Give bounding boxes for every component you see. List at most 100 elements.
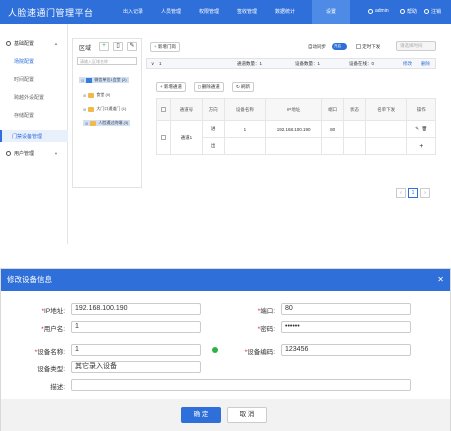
port-cell: 80 — [321, 120, 345, 138]
folder-icon — [88, 106, 95, 112]
cancel-button[interactable]: 取 消 — [227, 407, 267, 423]
sidebar-item-device-management[interactable]: 门禁设备管理 — [0, 130, 68, 142]
table-header-row: 通道号 方向 设备名称 IP地址 端口 状态 名单下发 操作 — [156, 98, 436, 121]
col-header: 方向 — [201, 98, 225, 121]
col-header: 通道号 — [170, 98, 203, 121]
close-icon[interactable]: ✕ — [437, 269, 444, 291]
nav-access-records[interactable]: 出入记录 — [114, 0, 152, 24]
edit-area-button[interactable]: ✎ — [127, 42, 137, 51]
gate-index: 1 — [159, 61, 162, 66]
area-search-input[interactable]: 请输入区域名称 — [77, 57, 137, 65]
col-header: 设备名称 — [223, 98, 267, 121]
device-name-field[interactable]: 1 — [71, 344, 201, 356]
edit-icon[interactable]: ✎ — [415, 126, 419, 131]
empty-cell — [364, 137, 408, 155]
nav-settings[interactable]: 设置 — [312, 0, 350, 24]
tree-node-root[interactable]: ⊟ 微信单位1会堂 (2) — [79, 77, 129, 83]
direction-cell: 出 — [201, 137, 225, 155]
col-header: 操作 — [406, 98, 436, 121]
tree-node-canteen[interactable]: ⊞ 食堂 (0) — [83, 92, 110, 98]
delete-icon[interactable]: 🗑 — [422, 126, 428, 131]
col-header: IP地址 — [265, 98, 323, 121]
password-label: *密码: — [257, 326, 275, 333]
nav-statistics[interactable]: 数据统计 — [266, 0, 304, 24]
nav-permissions[interactable]: 权限管理 — [190, 0, 228, 24]
area-tree-panel: 区域 + ▯ ✎ 请输入区域名称 ⊟ 微信单位1会堂 (2) ⊞ 食堂 (0) … — [72, 38, 142, 188]
username-field[interactable]: 1 — [71, 321, 201, 333]
chevron-down-icon: ▼ — [54, 151, 58, 156]
logout-link[interactable]: 注销 — [424, 8, 441, 15]
gate-info-bar: ∨ 1 通道数量：1 设备数量：1 设备在线：0 修改 删除 — [146, 58, 436, 69]
sidebar-group-basic-config[interactable]: 基础配置 ▲ — [6, 40, 58, 47]
user-menu[interactable]: admin — [368, 8, 389, 14]
nav-personnel[interactable]: 人员管理 — [152, 0, 190, 24]
add-device-icon[interactable]: + — [419, 143, 423, 150]
add-area-button[interactable]: + — [99, 42, 109, 51]
password-field[interactable]: •••••• — [281, 321, 411, 333]
power-icon — [424, 9, 429, 14]
device-code-field[interactable]: 123456 — [281, 344, 411, 356]
empty-cell — [265, 137, 323, 155]
tree-node-label: 食堂 (0) — [96, 92, 111, 97]
sidebar-item-storage-config[interactable]: 存储配置 — [14, 112, 34, 119]
add-channel-label: 新增通道 — [163, 84, 182, 89]
ip-field[interactable]: 192.168.100.190 — [71, 303, 201, 315]
next-page-button[interactable]: › — [420, 188, 430, 198]
delete-gate-link[interactable]: 删除 — [421, 61, 430, 67]
add-gate-button[interactable]: + 新增门岗 — [150, 42, 180, 52]
table-row: 通道1 进 1 192.168.100.190 80 ✎ 🗑 — [156, 120, 436, 155]
delete-area-button[interactable]: ▯ — [113, 42, 123, 51]
description-label: 描述: — [50, 384, 65, 391]
delete-channel-label: 删除通道 — [201, 84, 220, 89]
checkbox-icon — [161, 107, 166, 113]
time-picker-input[interactable]: 请选择时间 — [396, 41, 436, 51]
list-push-cell — [364, 120, 408, 138]
online-count: 设备在线：0 — [349, 61, 375, 66]
timed-push-label: 定时下发 — [362, 44, 381, 49]
device-code-label-text: 设备编码: — [247, 349, 275, 356]
add-device-cell: + — [406, 137, 436, 155]
refresh-button[interactable]: ↻ 刷新 — [232, 82, 255, 92]
sidebar-group-user-management[interactable]: 用户管理 ▼ — [6, 150, 58, 157]
sidebar-item-peripheral-config[interactable]: 跨越外设配置 — [14, 94, 44, 101]
port-label: *端口: — [257, 308, 275, 315]
collapse-chevron-icon[interactable]: ∨ — [151, 61, 154, 67]
timed-push-checkbox[interactable]: 定时下发 — [356, 44, 380, 50]
folder-icon — [88, 92, 95, 98]
user-icon — [368, 8, 373, 14]
device-code-label: *设备编码: — [244, 349, 275, 356]
dialog-footer: 确 定 取 消 — [1, 399, 450, 431]
add-gate-label: 新增门岗 — [157, 44, 176, 49]
direction-cell: 进 — [201, 120, 225, 138]
tree-node-main-gate[interactable]: ⊞ 大门口通道门 (1) — [83, 106, 126, 112]
description-field[interactable] — [71, 379, 411, 391]
edit-gate-link[interactable]: 修改 — [403, 61, 412, 67]
help-link[interactable]: 帮助 — [400, 8, 417, 15]
empty-cell — [223, 137, 267, 155]
password-label-text: 密码: — [260, 326, 275, 333]
user-icon — [6, 151, 11, 156]
sidebar-item-label: 门禁设备管理 — [12, 134, 43, 140]
select-all-checkbox[interactable] — [156, 98, 171, 121]
page-number-button[interactable]: 1 — [408, 188, 418, 198]
device-name-label: *设备名称: — [34, 349, 65, 356]
confirm-button[interactable]: 确 定 — [181, 407, 221, 423]
add-channel-button[interactable]: + 新增通道 — [156, 82, 186, 92]
refresh-label: 刷新 — [241, 84, 251, 89]
gate-main-panel: + 新增门岗 自动同步 开启 定时下发 请选择时间 ∨ 1 通道数量：1 设备数… — [146, 38, 446, 208]
tree-node-face-terminal[interactable]: ⊞ 人脸通过终端 (3) — [83, 120, 131, 126]
actions-cell: ✎ 🗑 — [406, 120, 436, 138]
prev-page-button[interactable]: ‹ — [396, 188, 406, 198]
home-icon — [86, 77, 93, 83]
sidebar-item-time-config[interactable]: 时间配置 — [14, 76, 34, 83]
row-checkbox[interactable] — [156, 120, 171, 155]
edit-device-dialog: 修改设备信息 ✕ *IP地址: 192.168.100.190 *端口: 80 … — [0, 268, 451, 431]
device-count: 设备数量：1 — [295, 61, 321, 66]
nav-sign-management[interactable]: 签收管理 — [228, 0, 266, 24]
auto-sync-toggle[interactable]: 开启 — [332, 43, 347, 50]
device-type-select[interactable]: 其它录入设备 — [71, 361, 201, 373]
port-field[interactable]: 80 — [281, 303, 411, 315]
username-label-text: 用户名: — [43, 326, 65, 333]
delete-channel-button[interactable]: ▯ 删除通道 — [194, 82, 224, 92]
sidebar-item-site-config[interactable]: 场院配置 — [14, 58, 34, 65]
